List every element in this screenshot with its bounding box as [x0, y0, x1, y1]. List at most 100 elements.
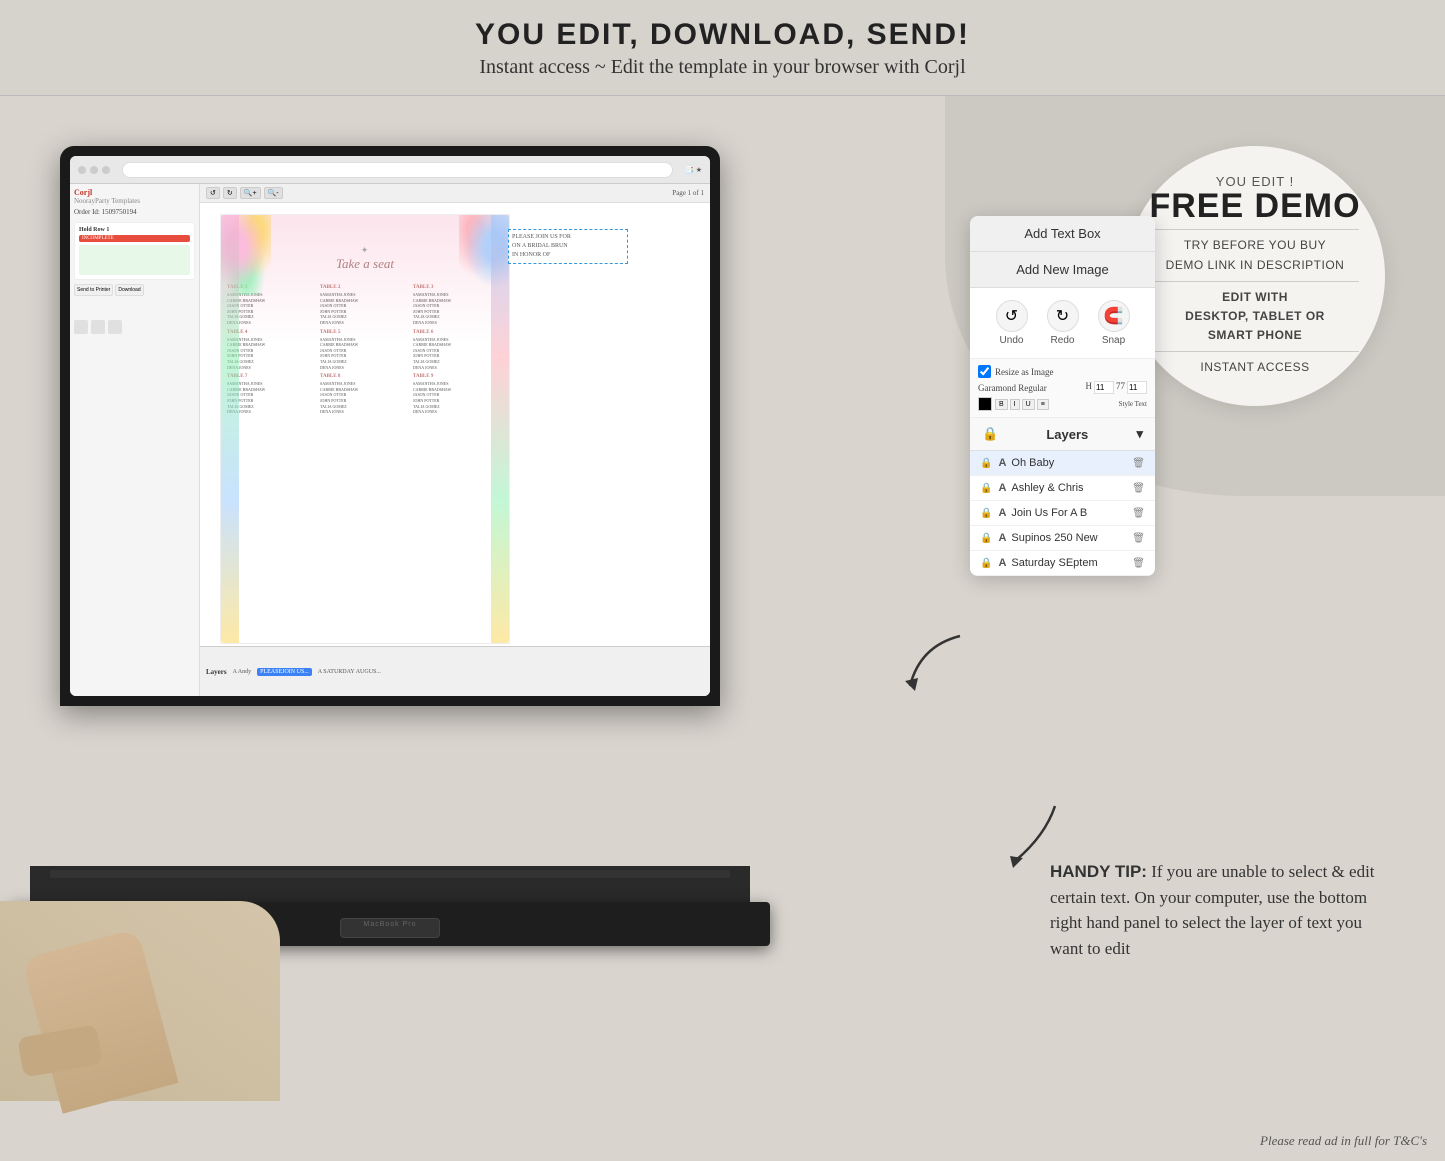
editor-main: ↺ ↻ 🔍+ 🔍- Page 1 of 1	[200, 184, 710, 696]
style-text-label: Style Text	[1119, 400, 1147, 408]
layer-item-join-us[interactable]: 🔒 A Join Us For A B 🗑	[970, 501, 1155, 526]
layers-label-small: Layers	[206, 668, 227, 676]
trash-icon-4[interactable]: 🗑	[1132, 533, 1145, 544]
hold-row-label: Hold Row 1	[79, 227, 190, 233]
layer-item-saturday[interactable]: 🔒 A Saturday SEptem 🗑	[970, 551, 1155, 576]
underline-btn[interactable]: U	[1022, 399, 1035, 410]
download-btn[interactable]: Download	[115, 284, 143, 296]
text-box-content: PLEASE JOIN US FORON A BRIDAL BRUNIN HON…	[512, 233, 624, 260]
fp-layers-section: 🔒 Layers ▾ 🔒 A Oh Baby 🗑 🔒 A Ashley & Ch…	[970, 418, 1155, 576]
browser-dot-green	[102, 166, 110, 174]
banner-title: YOU EDIT, DOWNLOAD, SEND!	[0, 18, 1445, 52]
browser-url-bar[interactable]	[122, 162, 673, 178]
layer-type-a-5: A	[998, 557, 1006, 569]
editor-area: Corjl NoorayParty Templates Order Id: 15…	[70, 184, 710, 696]
free-demo-circle: YOU EDIT ! FREE DEMO TRY BEFORE YOU BUY …	[1125, 146, 1385, 406]
layer-lock-icon-2: 🔒	[980, 483, 992, 494]
undo-item: ↺ Undo	[996, 300, 1028, 346]
snap-icon[interactable]: 🧲	[1098, 300, 1130, 332]
trash-icon-3[interactable]: 🗑	[1132, 508, 1145, 519]
fd-title: FREE DEMO	[1149, 189, 1360, 223]
sc-table-9: TABLE 9 SAMANTHA JONES CARRIE BRADSHAW J…	[413, 373, 503, 415]
spacer	[74, 296, 195, 316]
icon-placeholder-1	[74, 320, 88, 334]
trash-icon-1[interactable]: 🗑	[1132, 458, 1145, 469]
hand-shape	[21, 928, 178, 1114]
sc-table-7: TABLE 7 SAMANTHA JONES CARRIE BRADSHAW J…	[227, 373, 317, 415]
floral-right-strip	[491, 215, 509, 643]
align-btn[interactable]: ≡	[1037, 399, 1049, 410]
arrow-to-panel	[985, 796, 1065, 881]
layer-name-saturday: Saturday SEptem	[1011, 557, 1132, 569]
snap-item: 🧲 Snap	[1098, 300, 1130, 346]
sc-tables-grid: TABLE 1 SAMANTHA JONES CARRIE BRADSHAW J…	[221, 278, 509, 421]
redo-item: ↻ Redo	[1047, 300, 1079, 346]
layer-item-ashley-chris[interactable]: 🔒 A Ashley & Chris 🗑	[970, 476, 1155, 501]
layer-type-a-2: A	[998, 482, 1006, 494]
fp-icons-row: ↺ Undo ↻ Redo 🧲 Snap	[970, 288, 1155, 359]
fp-layers-header: 🔒 Layers ▾	[970, 418, 1155, 451]
add-new-image-btn[interactable]: Add New Image	[970, 252, 1155, 288]
laptop-screen-inner: 📑 ★ Corjl NoorayParty Templates Order Id…	[70, 156, 710, 696]
trash-icon-2[interactable]: 🗑	[1132, 483, 1145, 494]
fd-smartphone: SMART PHONE	[1208, 326, 1302, 345]
bold-btn[interactable]: B	[995, 399, 1008, 410]
handy-tip: HANDY TIP: If you are unable to select &…	[1050, 859, 1390, 961]
color-style-row: B I U ≡ Style Text	[978, 397, 1147, 411]
color-swatch[interactable]	[978, 397, 992, 411]
sc-table-4: TABLE 4 SAMANTHA JONES CARRIE BRADSHAW J…	[227, 329, 317, 371]
italic-btn[interactable]: I	[1010, 399, 1020, 410]
fd-divider-3	[1151, 351, 1359, 352]
laptop-keyboard	[30, 866, 750, 906]
format-buttons: B I U ≡	[995, 399, 1049, 410]
corjl-logo: Corjl	[74, 188, 195, 197]
layer-name-supinos: Supinos 250 New	[1011, 532, 1132, 544]
andy-layer: A Andy	[233, 669, 252, 675]
icon-placeholder-3	[108, 320, 122, 334]
layer-name-ashley-chris: Ashley & Chris	[1011, 482, 1132, 494]
browser-extra-tabs: 📑 ★	[685, 166, 702, 174]
font-size-controls: H 77	[1086, 381, 1148, 394]
zoom-in-btn[interactable]: 🔍+	[240, 187, 261, 199]
layers-title: Layers	[1046, 427, 1088, 442]
redo-btn[interactable]: ↻	[223, 187, 237, 199]
redo-icon[interactable]: ↻	[1047, 300, 1079, 332]
hand-decoration	[0, 901, 280, 1101]
zoom-out-btn[interactable]: 🔍-	[264, 187, 283, 199]
icon-placeholder-2	[91, 320, 105, 334]
send-to-printer-btn[interactable]: Send to Printer	[74, 284, 113, 296]
page-indicator: Page 1 of 1	[672, 189, 704, 197]
fd-desktop: DESKTOP, TABLET OR	[1185, 307, 1325, 326]
layer-item-supinos[interactable]: 🔒 A Supinos 250 New 🗑	[970, 526, 1155, 551]
keyboard-row-1	[30, 866, 750, 882]
please-join-layer: PLEASEJOIN US...	[257, 668, 312, 676]
saturday-layer: A SATURDAY AUGUS...	[318, 669, 381, 675]
order-id: Order Id: 1509750194	[74, 208, 195, 216]
redo-label: Redo	[1051, 335, 1075, 346]
main-area: 📑 ★ Corjl NoorayParty Templates Order Id…	[0, 96, 1445, 1161]
layer-name-join-us: Join Us For A B	[1011, 507, 1132, 519]
trash-icon-5[interactable]: 🗑	[1132, 558, 1145, 569]
laptop: 📑 ★ Corjl NoorayParty Templates Order Id…	[30, 146, 750, 966]
seating-chart: ✦ Take a seat TABLE 1 SAMANTHA JONES CAR…	[220, 214, 510, 644]
undo-btn[interactable]: ↺	[206, 187, 220, 199]
fd-try-before: TRY BEFORE YOU BUY	[1184, 236, 1326, 255]
layer-type-a-4: A	[998, 532, 1006, 544]
resize-checkbox[interactable]	[978, 365, 991, 378]
layer-item-oh-baby[interactable]: 🔒 A Oh Baby 🗑	[970, 451, 1155, 476]
icon-row	[74, 320, 195, 334]
macbook-label: MacBook Pro	[363, 921, 416, 928]
fp-text-format-row: Resize as Image Garamond Regular H 77 B …	[970, 359, 1155, 418]
sc-table-5: TABLE 5 SAMANTHA JONES CARRIE BRADSHAW J…	[320, 329, 410, 371]
selected-text-box[interactable]: PLEASE JOIN US FORON A BRIDAL BRUNIN HON…	[508, 229, 628, 264]
layer-lock-icon-5: 🔒	[980, 558, 992, 569]
floating-panel: Add Text Box Add New Image ↺ Undo ↻ Redo…	[970, 216, 1155, 576]
undo-icon[interactable]: ↺	[996, 300, 1028, 332]
keyboard-strip	[50, 870, 730, 878]
lock-icon: 🔒	[982, 426, 998, 442]
preview-thumbnail	[79, 245, 190, 275]
height-input[interactable]	[1094, 381, 1114, 394]
width-input[interactable]	[1127, 381, 1147, 394]
sc-table-6: TABLE 6 SAMANTHA JONES CARRIE BRADSHAW J…	[413, 329, 503, 371]
add-text-box-btn[interactable]: Add Text Box	[970, 216, 1155, 252]
